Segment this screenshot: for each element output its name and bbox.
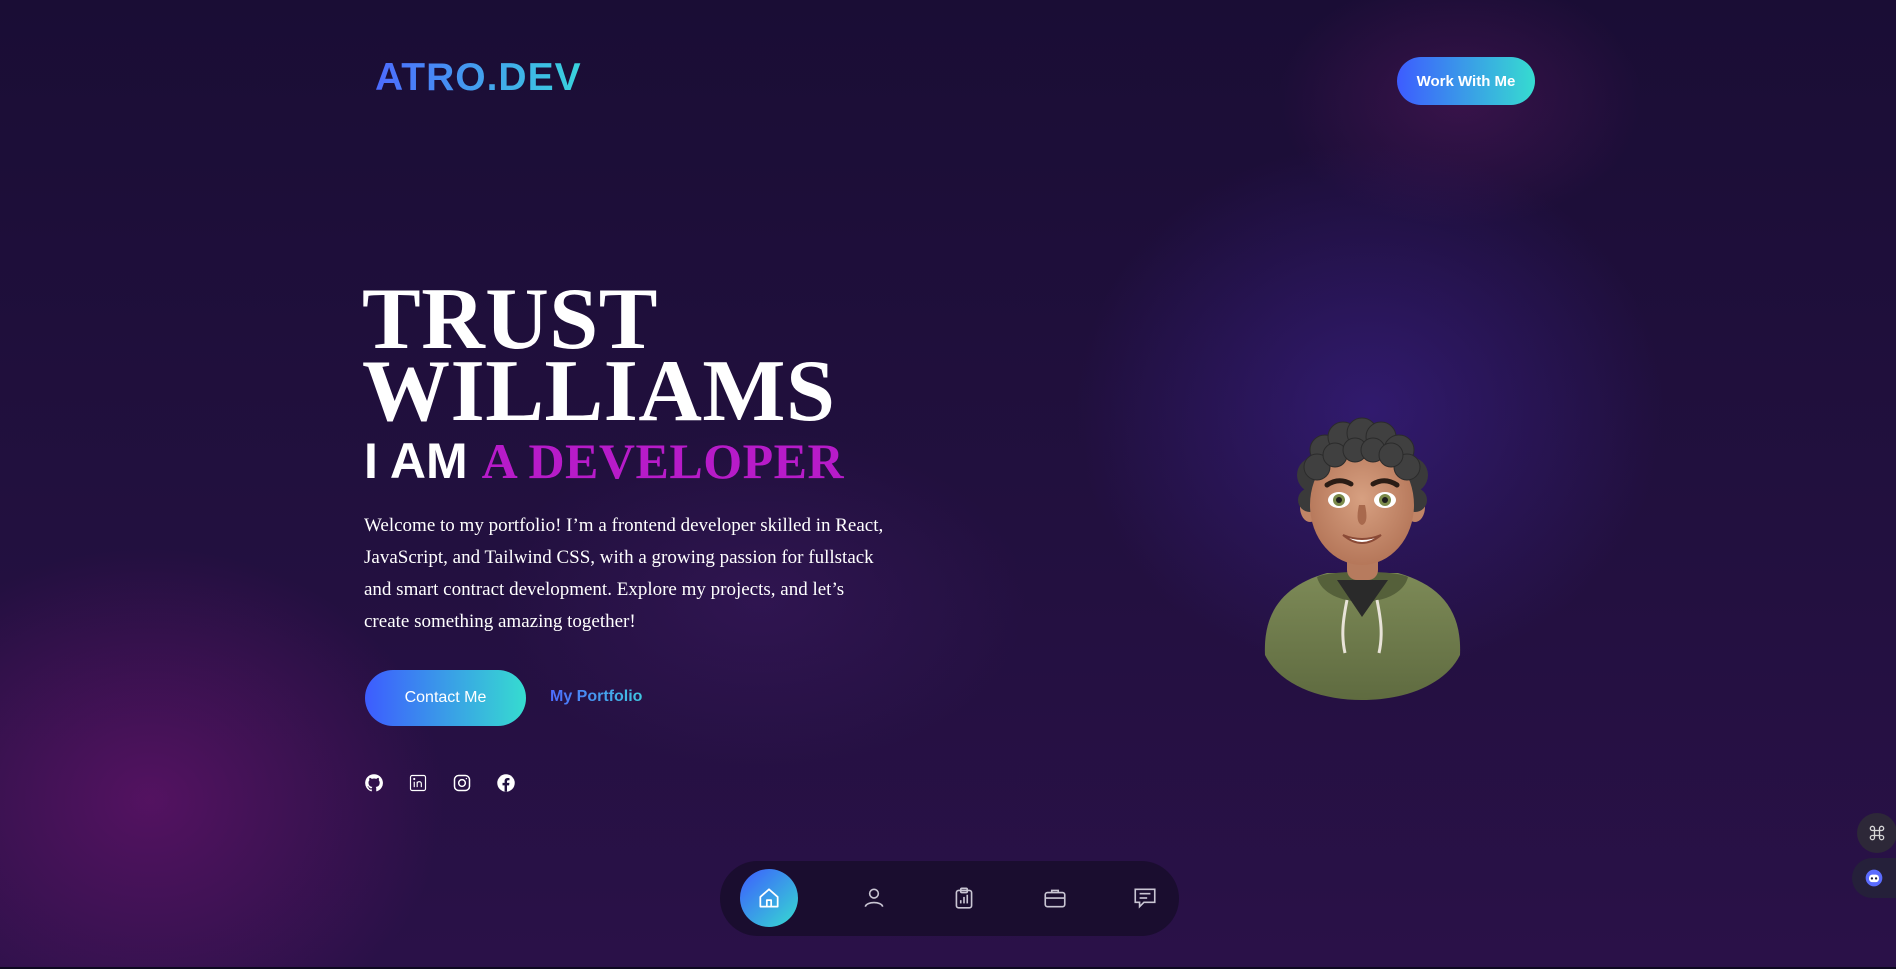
hero-subtitle: I AM A DEVELOPER — [364, 433, 844, 489]
home-icon[interactable] — [740, 869, 798, 927]
message-icon[interactable] — [1116, 869, 1174, 927]
chatbot-icon[interactable] — [1852, 858, 1896, 898]
my-portfolio-link[interactable]: My Portfolio — [550, 688, 642, 706]
user-icon[interactable] — [845, 869, 903, 927]
facebook-icon[interactable] — [496, 773, 516, 793]
page-background — [0, 0, 1896, 969]
instagram-icon[interactable] — [452, 773, 472, 793]
hero-name: TRUST WILLIAMS — [362, 276, 836, 440]
command-icon[interactable] — [1857, 813, 1896, 853]
bottom-nav — [720, 861, 1179, 936]
site-logo[interactable]: ATRO.DEV — [375, 56, 582, 100]
clipboard-chart-icon[interactable] — [935, 869, 993, 927]
hero-intro: Welcome to my portfolio! I’m a frontend … — [364, 515, 884, 632]
hero-iam: I AM — [364, 433, 468, 489]
hero-role: A DEVELOPER — [481, 433, 845, 489]
work-with-me-button[interactable]: Work With Me — [1397, 57, 1535, 105]
avatar-illustration — [1255, 395, 1470, 705]
briefcase-icon[interactable] — [1026, 869, 1084, 927]
github-icon[interactable] — [364, 773, 384, 793]
social-links — [364, 773, 516, 793]
contact-me-button[interactable]: Contact Me — [365, 670, 526, 726]
linkedin-icon[interactable] — [408, 773, 428, 793]
hero-name-last: WILLIAMS — [362, 343, 836, 440]
